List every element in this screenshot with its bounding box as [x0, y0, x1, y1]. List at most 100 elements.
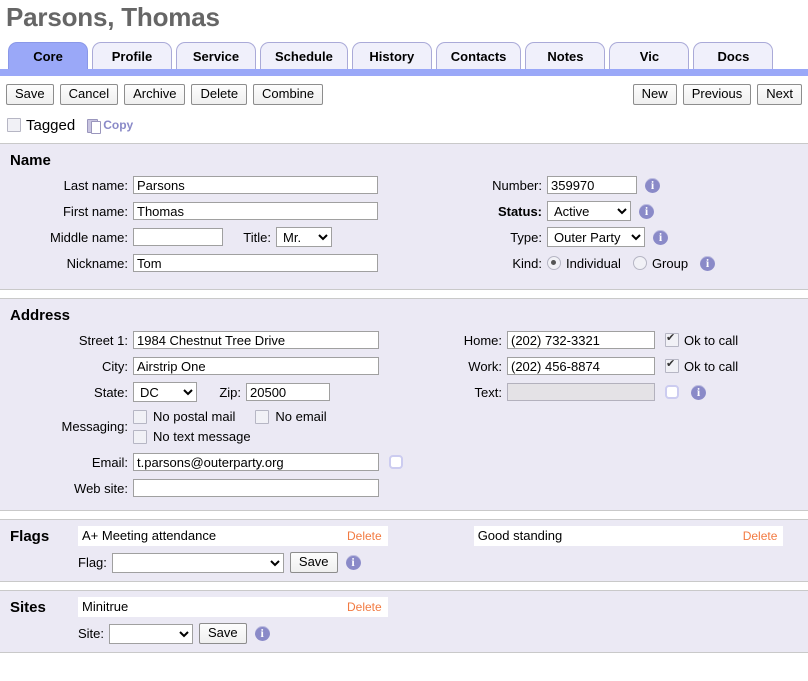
tab-history[interactable]: History	[352, 42, 432, 69]
flag-entry-text: Good standing	[474, 526, 739, 546]
name-right-column: Number: i Status: Active i Type: Outer P…	[438, 175, 800, 279]
tab-schedule[interactable]: Schedule	[260, 42, 348, 69]
home-ok-to-call[interactable]: Ok to call	[665, 333, 738, 348]
next-button[interactable]: Next	[757, 84, 802, 105]
home-ok-to-call-label: Ok to call	[684, 333, 738, 348]
work-ok-to-call[interactable]: Ok to call	[665, 359, 738, 374]
messaging-label: Messaging:	[8, 419, 133, 434]
tab-vic[interactable]: Vic	[609, 42, 689, 69]
text-label: Text:	[450, 385, 507, 400]
number-info-icon[interactable]: i	[645, 178, 660, 193]
text-phone-row: Text: i	[450, 382, 800, 402]
save-button[interactable]: Save	[6, 84, 54, 105]
tab-profile[interactable]: Profile	[92, 42, 172, 69]
last-name-label: Last name:	[8, 178, 133, 193]
city-row: City:	[8, 356, 438, 376]
tab-docs[interactable]: Docs	[693, 42, 773, 69]
address-panel: Address Street 1: City: State: DC Zip:	[0, 298, 808, 511]
no-email-checkbox[interactable]	[255, 410, 269, 424]
type-select[interactable]: Outer Party	[547, 227, 645, 247]
no-text-message-checkbox[interactable]	[133, 430, 147, 444]
flags-body: A+ Meeting attendance Delete Good standi…	[78, 526, 800, 573]
copy-icon	[87, 118, 101, 133]
copy-label: Copy	[103, 118, 133, 132]
middle-name-label: Middle name:	[8, 230, 133, 245]
flag-entry: A+ Meeting attendance Delete	[78, 526, 388, 546]
address-right-column: Home: Ok to call Work: Ok to call	[438, 330, 800, 500]
type-info-icon[interactable]: i	[653, 230, 668, 245]
combine-button[interactable]: Combine	[253, 84, 323, 105]
address-panel-title: Address	[10, 307, 800, 324]
copy-link[interactable]: Copy	[87, 118, 133, 133]
text-ok-checkbox[interactable]	[665, 385, 679, 399]
site-select[interactable]	[109, 624, 193, 644]
text-info-icon[interactable]: i	[691, 385, 706, 400]
site-add-label: Site:	[78, 626, 109, 641]
flag-save-button[interactable]: Save	[290, 552, 338, 573]
delete-button[interactable]: Delete	[191, 84, 247, 105]
no-postal-mail-item[interactable]: No postal mail	[133, 409, 235, 424]
flag-add-label: Flag:	[78, 555, 112, 570]
tagged-checkbox[interactable]	[7, 118, 21, 132]
home-phone-input[interactable]	[507, 331, 655, 349]
middle-name-row: Middle name: Title: Mr.	[8, 227, 438, 247]
title-select[interactable]: Mr.	[276, 227, 332, 247]
email-ok-checkbox[interactable]	[389, 455, 403, 469]
site-save-button[interactable]: Save	[199, 623, 247, 644]
archive-button[interactable]: Archive	[124, 84, 185, 105]
city-input[interactable]	[133, 357, 379, 375]
tab-contacts[interactable]: Contacts	[436, 42, 522, 69]
kind-label: Kind:	[450, 256, 547, 271]
flag-select[interactable]	[112, 553, 284, 573]
status-select[interactable]: Active	[547, 201, 631, 221]
flag-delete-link[interactable]: Delete	[739, 526, 784, 546]
tab-notes[interactable]: Notes	[525, 42, 605, 69]
new-button[interactable]: New	[633, 84, 677, 105]
number-row: Number: i	[450, 175, 800, 195]
home-ok-to-call-checkbox[interactable]	[665, 333, 679, 347]
home-label: Home:	[450, 333, 507, 348]
first-name-label: First name:	[8, 204, 133, 219]
zip-input[interactable]	[246, 383, 330, 401]
sites-title: Sites	[10, 597, 78, 616]
last-name-input[interactable]	[133, 176, 378, 194]
type-label: Type:	[450, 230, 547, 245]
flags-panel: Flags A+ Meeting attendance Delete Good …	[0, 519, 808, 582]
previous-button[interactable]: Previous	[683, 84, 752, 105]
website-label: Web site:	[8, 481, 133, 496]
nickname-label: Nickname:	[8, 256, 133, 271]
middle-name-input[interactable]	[133, 228, 223, 246]
name-panel: Name Last name: First name: Middle name:…	[0, 143, 808, 290]
street1-input[interactable]	[133, 331, 379, 349]
email-row: Email:	[8, 452, 438, 472]
first-name-input[interactable]	[133, 202, 378, 220]
text-phone-input[interactable]	[507, 383, 655, 401]
status-label: Status:	[450, 204, 547, 219]
tab-core[interactable]: Core	[8, 42, 88, 69]
kind-info-icon[interactable]: i	[700, 256, 715, 271]
sites-add-row: Site: Save i	[78, 623, 800, 644]
work-ok-to-call-checkbox[interactable]	[665, 359, 679, 373]
flag-delete-link[interactable]: Delete	[343, 526, 388, 546]
tab-service[interactable]: Service	[176, 42, 256, 69]
email-input[interactable]	[133, 453, 379, 471]
no-email-item[interactable]: No email	[255, 409, 326, 424]
no-text-message-item[interactable]: No text message	[133, 429, 251, 444]
state-select[interactable]: DC	[133, 382, 197, 402]
website-input[interactable]	[133, 479, 379, 497]
kind-group-radio[interactable]	[633, 256, 647, 270]
cancel-button[interactable]: Cancel	[60, 84, 118, 105]
status-row: Status: Active i	[450, 201, 800, 221]
no-postal-mail-checkbox[interactable]	[133, 410, 147, 424]
nickname-input[interactable]	[133, 254, 378, 272]
work-phone-input[interactable]	[507, 357, 655, 375]
messaging-line-2: No text message	[133, 428, 347, 445]
site-delete-link[interactable]: Delete	[343, 597, 388, 617]
tab-bar: Core Profile Service Schedule History Co…	[0, 35, 808, 69]
number-input[interactable]	[547, 176, 637, 194]
sites-info-icon[interactable]: i	[255, 626, 270, 641]
kind-individual-radio[interactable]	[547, 256, 561, 270]
status-info-icon[interactable]: i	[639, 204, 654, 219]
flags-info-icon[interactable]: i	[346, 555, 361, 570]
type-row: Type: Outer Party i	[450, 227, 800, 247]
